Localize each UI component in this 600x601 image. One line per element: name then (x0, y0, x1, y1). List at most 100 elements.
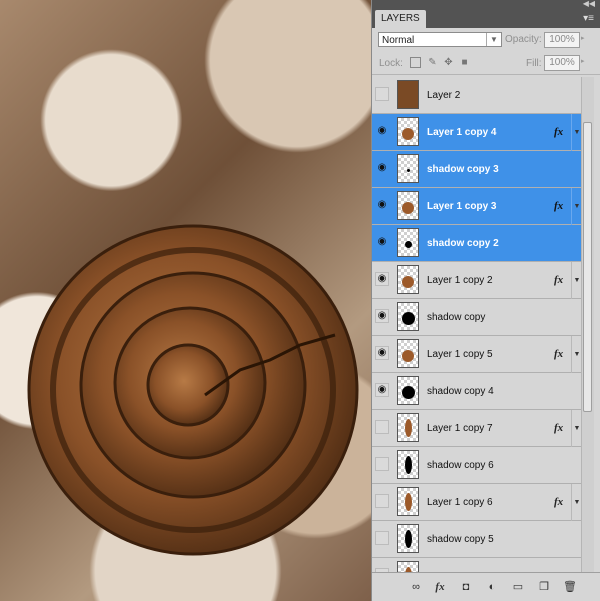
fill-label: Fill: (526, 58, 542, 69)
opacity-label: Opacity: (505, 34, 542, 45)
eye-icon[interactable]: ◉ (375, 235, 389, 249)
layer-list-scrollbar[interactable] (581, 77, 594, 573)
layer-name[interactable]: shadow copy 3 (427, 151, 499, 188)
layer-name[interactable]: Layer 1 copy 3 (427, 188, 496, 225)
layer-row[interactable] (372, 558, 581, 573)
layer-thumbnail[interactable] (397, 376, 419, 405)
lock-row: Lock: ✎ ✥ ■ Fill: 100% ▸ (372, 52, 600, 75)
layer-row[interactable]: ◉ shadow copy 3 (372, 151, 581, 188)
link-layers-icon[interactable]: ∞ (408, 579, 424, 595)
layer-name[interactable]: shadow copy 5 (427, 521, 494, 558)
panel-tab-bar: LAYERS ▾≡ (372, 10, 600, 28)
layer-row[interactable]: ◉ Layer 1 copy 2 fx ▼ (372, 262, 581, 299)
layer-name[interactable]: shadow copy 6 (427, 447, 494, 484)
eye-icon[interactable]: ◉ (375, 124, 389, 138)
layer-name[interactable]: shadow copy 2 (427, 225, 499, 262)
panel-menu-icon[interactable]: ▾≡ (583, 13, 594, 24)
layer-thumbnail[interactable] (397, 450, 419, 479)
new-group-icon[interactable]: ▭ (510, 579, 526, 595)
lock-transparent-icon[interactable] (410, 57, 421, 68)
scrollbar-thumb[interactable] (583, 122, 592, 412)
chevron-down-icon: ▼ (486, 33, 501, 46)
layer-thumbnail[interactable] (397, 80, 419, 109)
expand-effects-icon[interactable]: ▼ (571, 114, 581, 151)
eye-icon[interactable]: ◉ (375, 161, 389, 175)
expand-effects-icon[interactable]: ▼ (571, 410, 581, 447)
visibility-toggle[interactable] (375, 494, 389, 508)
blend-mode-value: Normal (382, 35, 415, 46)
fill-slider-arrow[interactable]: ▸ (581, 55, 589, 69)
layer-effects-icon[interactable]: fx (554, 410, 563, 447)
expand-effects-icon[interactable]: ▼ (571, 336, 581, 373)
layer-list[interactable]: Layer 2 ◉ Layer 1 copy 4 fx ▼ ◉ shadow copy 3 ◉… (372, 77, 581, 573)
layer-row[interactable]: Layer 2 (372, 77, 581, 114)
layers-bottom-toolbar: ∞ fx ◘ ◐ ▭ ❐ 🗑 (372, 572, 600, 601)
layer-thumbnail[interactable] (397, 339, 419, 368)
layer-thumbnail[interactable] (397, 228, 419, 257)
adjustment-layer-icon[interactable]: ◐ (484, 579, 500, 595)
layer-thumbnail[interactable] (397, 413, 419, 442)
layer-thumbnail[interactable] (397, 117, 419, 146)
eye-icon[interactable]: ◉ (375, 198, 389, 212)
blend-row: Normal ▼ Opacity: 100% ▸ (372, 28, 600, 52)
layer-row[interactable]: ◉ shadow copy (372, 299, 581, 336)
layer-effects-icon[interactable]: fx (554, 336, 563, 373)
layer-name[interactable]: shadow copy 4 (427, 373, 494, 410)
layer-name[interactable]: Layer 1 copy 6 (427, 484, 493, 521)
layer-row[interactable]: ◉ Layer 1 copy 5 fx ▼ (372, 336, 581, 373)
layer-effects-icon[interactable]: fx (554, 114, 563, 151)
lock-position-move-icon[interactable]: ✥ (443, 57, 454, 68)
lock-image-brush-icon[interactable]: ✎ (427, 57, 438, 68)
layer-row[interactable]: ◉ shadow copy 2 (372, 225, 581, 262)
collapse-panel-icon[interactable]: ◀◀ (583, 0, 595, 8)
layer-name[interactable]: Layer 2 (427, 77, 460, 114)
layer-row[interactable]: shadow copy 6 (372, 447, 581, 484)
layer-name[interactable]: shadow copy (427, 299, 485, 336)
layer-row[interactable]: Layer 1 copy 6 fx ▼ (372, 484, 581, 521)
expand-effects-icon[interactable]: ▼ (571, 188, 581, 225)
layers-panel: ◀◀ LAYERS ▾≡ Normal ▼ Opacity: 100% ▸ Lo… (371, 0, 600, 601)
coconut-artwork (27, 224, 359, 556)
fill-input[interactable]: 100% (544, 55, 580, 71)
panel-top-strip: ◀◀ (372, 0, 600, 10)
visibility-toggle[interactable] (375, 531, 389, 545)
expand-effects-icon[interactable]: ▼ (571, 484, 581, 521)
visibility-toggle[interactable] (375, 87, 389, 101)
eye-icon[interactable]: ◉ (375, 309, 389, 323)
eye-icon[interactable]: ◉ (375, 383, 389, 397)
layer-thumbnail[interactable] (397, 487, 419, 516)
layer-thumbnail[interactable] (397, 191, 419, 220)
layer-row[interactable]: ◉ Layer 1 copy 4 fx ▼ (372, 114, 581, 151)
layer-thumbnail[interactable] (397, 524, 419, 553)
lock-all-padlock-icon[interactable]: ■ (459, 57, 470, 68)
layer-thumbnail[interactable] (397, 154, 419, 183)
blend-mode-select[interactable]: Normal ▼ (378, 32, 502, 47)
layer-effects-icon[interactable]: fx (554, 188, 563, 225)
tab-layers[interactable]: LAYERS (375, 10, 426, 28)
eye-icon[interactable]: ◉ (375, 272, 389, 286)
opacity-slider-arrow[interactable]: ▸ (581, 32, 589, 46)
expand-effects-icon[interactable]: ▼ (571, 262, 581, 299)
layer-effects-icon[interactable]: fx (554, 484, 563, 521)
opacity-input[interactable]: 100% (544, 32, 580, 48)
document-canvas[interactable] (0, 0, 371, 601)
layer-row[interactable]: ◉ shadow copy 4 (372, 373, 581, 410)
layer-name[interactable]: Layer 1 copy 7 (427, 410, 493, 447)
layer-thumbnail[interactable] (397, 302, 419, 331)
eye-icon[interactable]: ◉ (375, 346, 389, 360)
layer-name[interactable]: Layer 1 copy 2 (427, 262, 493, 299)
visibility-toggle[interactable] (375, 457, 389, 471)
layer-row[interactable]: ◉ Layer 1 copy 3 fx ▼ (372, 188, 581, 225)
visibility-toggle[interactable] (375, 420, 389, 434)
layer-row[interactable]: shadow copy 5 (372, 521, 581, 558)
layer-name[interactable]: Layer 1 copy 4 (427, 114, 496, 151)
delete-layer-icon[interactable]: 🗑 (562, 579, 578, 595)
layer-thumbnail[interactable] (397, 265, 419, 294)
add-mask-icon[interactable]: ◘ (458, 579, 474, 595)
layer-name[interactable]: Layer 1 copy 5 (427, 336, 493, 373)
new-layer-icon[interactable]: ❐ (536, 579, 552, 595)
layer-row[interactable]: Layer 1 copy 7 fx ▼ (372, 410, 581, 447)
lock-label: Lock: (379, 58, 403, 69)
layer-effects-icon[interactable]: fx (554, 262, 563, 299)
add-layer-style-icon[interactable]: fx (432, 579, 448, 595)
